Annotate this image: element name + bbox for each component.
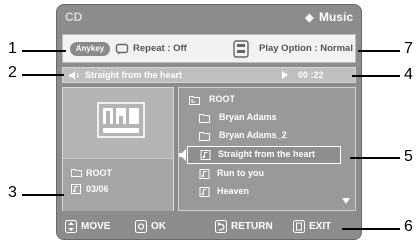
callout-4: 4 [404,66,413,83]
now-playing-strip: Straight from the heart 00 :22 [62,67,356,83]
now-playing-title: Straight from the heart [85,70,183,80]
repeat-status[interactable]: Repeat : Off [133,43,187,54]
callout-6: 6 [404,218,413,235]
ok-label: OK [151,221,166,232]
mp3-logo-icon [97,102,145,138]
callout-5: 5 [404,148,413,165]
track-count: 03/06 [86,184,109,194]
music-file-icon [199,187,210,197]
source-label: CD [65,10,83,24]
file-list[interactable]: ROOT Bryan Adams Bryan Adams_2 Straight … [178,87,356,211]
move-button[interactable]: MOVE [65,219,123,235]
list-item[interactable]: Bryan Adams [179,109,355,127]
mode-label: ◈ Music [305,10,353,24]
exit-button[interactable]: EXIT [293,219,343,235]
list-item-label: Straight from the heart [218,149,316,159]
callout-line-5 [350,157,400,159]
callout-line-3 [22,194,64,196]
folder-icon [199,132,210,141]
return-icon [215,220,227,233]
list-item-label: Heaven [217,186,250,196]
callout-line-1 [22,50,66,52]
anykey-button[interactable]: Anykey [70,42,110,56]
speaker-pointer-icon [179,149,186,161]
footer-bar: MOVE OK RETURN EXIT [57,215,361,239]
callout-line-7 [358,50,400,52]
up-down-icon [65,220,77,233]
play-option-status[interactable]: Play Option : Normal [259,43,353,54]
repeat-icon [115,43,129,55]
music-file-icon [71,184,81,194]
callout-7: 7 [404,40,413,57]
callout-1: 1 [8,40,17,57]
callout-2: 2 [8,64,17,81]
header-bar: CD ◈ Music [57,5,361,29]
list-item[interactable]: Bryan Adams_2 [179,127,355,145]
list-item-label: ROOT [209,94,235,104]
exit-icon [293,220,305,233]
move-label: MOVE [81,221,111,232]
music-icon: ◈ [305,12,314,24]
scroll-down-icon[interactable] [342,198,350,204]
callout-line-4 [352,75,400,77]
folder-icon [199,114,210,123]
list-item-label: Bryan Adams_2 [219,130,287,140]
folder-up-icon [189,96,200,105]
list-item[interactable]: Run to you [179,165,355,183]
elapsed-time: 00 :22 [298,70,324,80]
list-item-label: Run to you [217,168,264,178]
callout-line-2 [22,74,64,76]
play-icon [282,71,288,79]
current-folder: ROOT [86,168,112,178]
list-item[interactable]: Heaven [179,183,355,201]
folder-icon [71,169,82,177]
music-file-icon [199,169,210,179]
folder-info: ROOT 03/06 [63,158,173,211]
music-file-icon [200,150,211,160]
speaker-icon [69,71,79,80]
status-strip: Anykey Repeat : Off Play Option : Normal [62,34,356,63]
list-item-label: Bryan Adams [219,112,277,122]
return-label: RETURN [231,221,273,232]
osd-screen: CD ◈ Music Anykey Repeat : Off Play Opti… [56,4,362,240]
mode-text: Music [318,10,353,24]
enter-icon [135,220,147,233]
callout-3: 3 [8,184,17,201]
return-button[interactable]: RETURN [215,219,285,235]
ok-button[interactable]: OK [135,219,175,235]
list-item-selected[interactable]: Straight from the heart [179,146,341,164]
play-option-icon [233,40,249,58]
exit-label: EXIT [309,221,332,232]
callout-line-6 [342,228,400,230]
info-panel: ROOT 03/06 [62,87,174,211]
list-item[interactable]: ROOT [179,91,355,109]
